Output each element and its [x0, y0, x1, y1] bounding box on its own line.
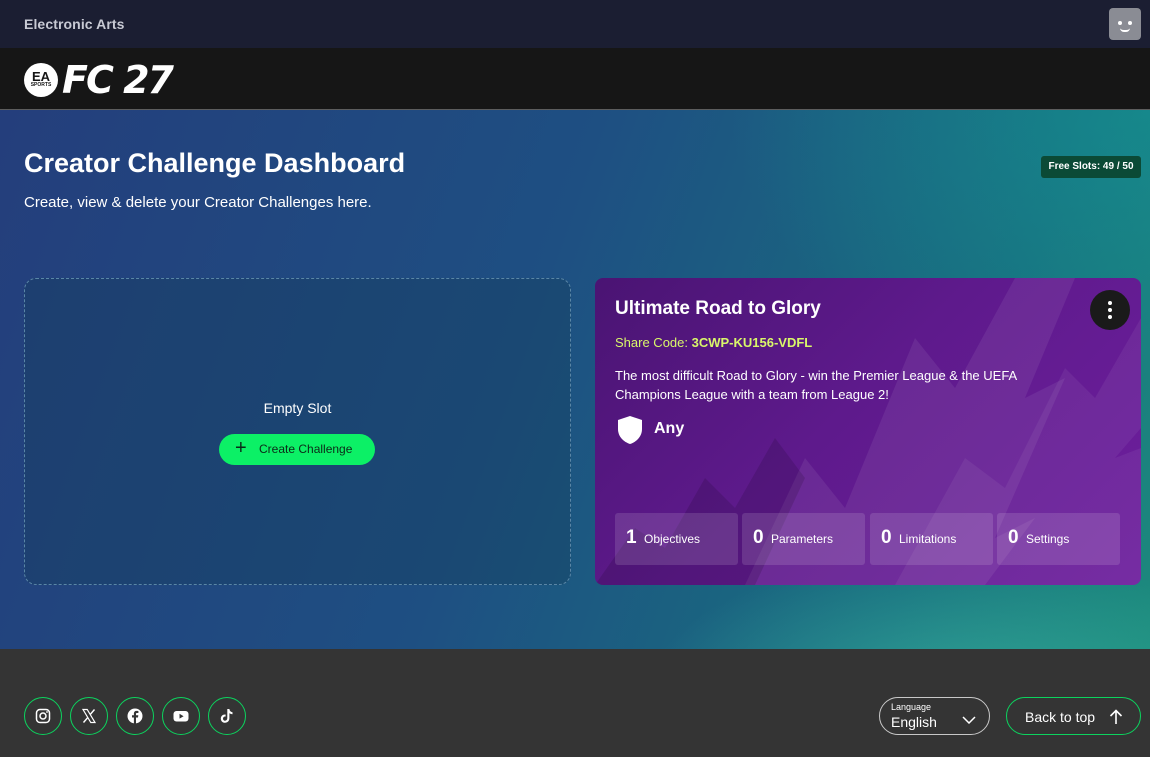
arrow-up-icon	[1109, 709, 1123, 724]
facebook-link[interactable]	[116, 697, 154, 735]
youtube-icon	[173, 711, 189, 722]
stat-label: Limitations	[899, 532, 957, 546]
ea-badge-subtext: SPORTS	[30, 82, 52, 88]
stat-label: Parameters	[771, 532, 834, 546]
avatar-eye-right	[1128, 21, 1132, 25]
empty-slot-card: Empty Slot + Create Challenge	[24, 278, 571, 585]
create-challenge-button[interactable]: + Create Challenge	[219, 434, 375, 465]
share-code-row: Share Code: 3CWP-KU156-VDFL	[615, 335, 812, 350]
stat-count: 0	[881, 527, 892, 548]
dashboard-main: Creator Challenge Dashboard Create, view…	[0, 110, 1150, 649]
challenge-card[interactable]: Ultimate Road to Glory Share Code: 3CWP-…	[595, 278, 1141, 585]
kebab-dot-icon	[1108, 301, 1112, 305]
free-slots-badge: Free Slots: 49 / 50	[1041, 156, 1141, 178]
x-link[interactable]	[70, 697, 108, 735]
page-title: Creator Challenge Dashboard	[24, 148, 406, 178]
empty-slot-label: Empty Slot	[263, 400, 332, 416]
facebook-icon	[127, 708, 143, 724]
challenge-title: Ultimate Road to Glory	[615, 298, 821, 319]
ea-sports-logo[interactable]: EA SPORTS	[24, 63, 58, 97]
objectives-stat[interactable]: 1 Objectives	[615, 513, 738, 565]
stat-count: 0	[753, 527, 764, 548]
limitations-stat[interactable]: 0 Limitations	[870, 513, 993, 565]
page-subtitle: Create, view & delete your Creator Chall…	[24, 194, 372, 211]
language-select[interactable]: Language English	[879, 697, 990, 735]
user-avatar[interactable]	[1109, 8, 1141, 40]
ea-brand-link[interactable]: Electronic Arts	[24, 16, 125, 32]
game-header: EA SPORTS FC 27	[0, 48, 1150, 110]
settings-stat[interactable]: 0 Settings	[997, 513, 1120, 565]
club-shield-icon	[618, 416, 642, 444]
x-icon	[81, 708, 97, 724]
parameters-stat[interactable]: 0 Parameters	[742, 513, 865, 565]
stat-label: Settings	[1026, 532, 1070, 546]
create-challenge-label: Create Challenge	[259, 442, 353, 456]
card-menu-button[interactable]	[1090, 290, 1130, 330]
challenge-description: The most difficult Road to Glory - win t…	[615, 368, 1017, 402]
avatar-mouth	[1120, 28, 1130, 32]
share-code-label: Share Code:	[615, 335, 688, 350]
youtube-link[interactable]	[162, 697, 200, 735]
ea-top-bar: Electronic Arts	[0, 0, 1150, 48]
tiktok-link[interactable]	[208, 697, 246, 735]
instagram-link[interactable]	[24, 697, 62, 735]
plus-icon: +	[235, 437, 247, 459]
tiktok-icon	[220, 709, 233, 723]
stat-count: 1	[626, 527, 637, 548]
fc27-logo[interactable]: FC 27	[62, 58, 174, 102]
kebab-dot-icon	[1108, 308, 1112, 312]
language-caption: Language	[891, 702, 932, 712]
instagram-icon	[35, 708, 51, 724]
stat-count: 0	[1008, 527, 1019, 548]
chevron-down-icon	[962, 716, 976, 724]
stat-label: Objectives	[644, 532, 701, 546]
language-value: English	[891, 714, 937, 730]
share-code-value[interactable]: 3CWP-KU156-VDFL	[692, 335, 813, 350]
back-to-top-button[interactable]: Back to top	[1006, 697, 1141, 735]
team-value: Any	[654, 420, 685, 437]
back-to-top-label: Back to top	[1025, 709, 1096, 725]
kebab-dot-icon	[1108, 315, 1112, 319]
avatar-eye-left	[1118, 21, 1122, 25]
